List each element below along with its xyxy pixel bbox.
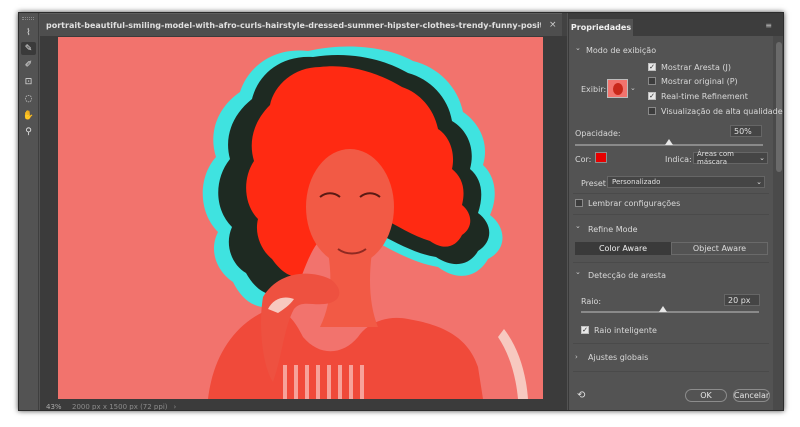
realtime-refinement-label: Real-time Refinement (661, 92, 748, 101)
color-aware-button[interactable]: Color Aware (575, 242, 671, 255)
color-label: Cor: (575, 155, 592, 164)
tab-properties[interactable]: Propriedades (569, 19, 633, 36)
edge-detection-chevron-icon[interactable]: ⌄ (575, 268, 581, 276)
divider (573, 262, 769, 263)
refine-edge-brush-icon[interactable]: ✎ (21, 42, 36, 55)
object-selection-tool-icon[interactable]: ⊡ (21, 75, 36, 88)
close-icon[interactable]: × (549, 20, 557, 30)
reset-icon[interactable]: ⟲ (577, 390, 585, 401)
brush-tool-icon[interactable]: ✐ (21, 58, 36, 71)
preset-label: Preset (581, 179, 606, 188)
overlay-color-swatch[interactable] (595, 152, 607, 163)
hand-tool-icon[interactable]: ✋ (21, 109, 36, 122)
preset-select[interactable]: Personalizado ⌄ (607, 176, 765, 188)
remember-settings-checkbox[interactable] (575, 199, 583, 207)
high-quality-label: Visualização de alta qualidade (661, 107, 783, 116)
show-edge-label: Mostrar Aresta (J) (661, 63, 731, 72)
divider (573, 343, 769, 344)
zoom-tool-icon[interactable]: ⚲ (21, 125, 36, 138)
view-thumbnail[interactable] (607, 79, 628, 98)
edge-detection-label: Detecção de aresta (588, 271, 666, 280)
opacity-slider-thumb[interactable] (665, 139, 673, 145)
quick-selection-tool-icon[interactable]: ⌇ (21, 26, 36, 39)
toolbar-grip[interactable] (22, 17, 34, 20)
refine-mode-chevron-icon[interactable]: ⌄ (575, 222, 581, 230)
document-tab-bar: portrait-beautiful-smiling-model-with-af… (40, 13, 567, 36)
global-adjustments-label: Ajustes globais (588, 353, 649, 362)
document-status-bar: 43% 2000 px x 1500 px (72 ppi) › (40, 402, 567, 411)
smart-radius-checkbox[interactable]: ✓ (581, 326, 589, 334)
ok-button[interactable]: OK (685, 389, 727, 402)
radius-slider-thumb[interactable] (658, 306, 667, 312)
divider (573, 214, 769, 215)
zoom-level[interactable]: 43% (46, 403, 72, 410)
indicates-label: Indica: (665, 155, 692, 164)
document-dimensions: 2000 px x 1500 px (72 ppi) (72, 403, 168, 411)
show-original-checkbox[interactable] (648, 77, 656, 85)
panel-scrollbar[interactable] (773, 36, 783, 410)
divider (573, 193, 769, 194)
realtime-refinement-checkbox[interactable]: ✓ (648, 92, 656, 100)
show-original-label: Mostrar original (P) (661, 77, 738, 86)
cancel-button[interactable]: Cancelar (733, 389, 770, 402)
image-canvas[interactable] (58, 37, 543, 399)
radius-field[interactable]: 20 px (724, 294, 760, 306)
show-edge-checkbox[interactable]: ✓ (648, 63, 656, 71)
object-aware-button[interactable]: Object Aware (671, 242, 768, 255)
indicates-select-value: Áreas com máscara (697, 150, 734, 166)
view-dropdown-chevron-icon[interactable]: ⌄ (630, 84, 636, 92)
high-quality-checkbox[interactable] (648, 107, 656, 115)
view-mode-label: Modo de exibição (586, 46, 657, 55)
indicates-chevron-icon: ⌄ (759, 154, 765, 162)
document-area: portrait-beautiful-smiling-model-with-af… (40, 13, 567, 411)
tools-bar: ⌇ ✎ ✐ ⊡ ◌ ✋ ⚲ (19, 13, 39, 410)
divider (573, 371, 769, 372)
lasso-tool-icon[interactable]: ◌ (21, 92, 36, 105)
preset-chevron-icon: ⌄ (756, 178, 762, 186)
photoshop-select-and-mask-window: ⌇ ✎ ✐ ⊡ ◌ ✋ ⚲ portrait-beautiful-smiling… (18, 12, 784, 411)
collapse-chevron-icon[interactable]: ⌄ (575, 44, 581, 52)
preset-select-value: Personalizado (612, 178, 661, 186)
view-label: Exibir: (581, 85, 607, 94)
status-arrow-icon[interactable]: › (174, 403, 177, 410)
panel-menu-icon[interactable]: ≡ (765, 21, 772, 30)
radius-slider-track[interactable] (581, 311, 759, 313)
properties-panel: Propriedades ≡ ⌄ Modo de exibição Exibir… (568, 13, 783, 410)
smart-radius-label: Raio inteligente (594, 326, 657, 335)
masked-portrait-image (58, 37, 543, 399)
document-tab[interactable]: portrait-beautiful-smiling-model-with-af… (40, 13, 562, 36)
opacity-field[interactable]: 50% (730, 125, 762, 137)
opacity-label: Opacidade: (575, 129, 621, 138)
document-title: portrait-beautiful-smiling-model-with-af… (46, 20, 541, 30)
radius-label: Raio: (581, 297, 602, 306)
refine-mode-label: Refine Mode (588, 225, 638, 234)
panel-header: Propriedades ≡ (569, 13, 783, 36)
remember-settings-label: Lembrar configurações (588, 199, 681, 208)
global-adjustments-chevron-icon[interactable]: › (575, 353, 578, 361)
indicates-select[interactable]: Áreas com máscara ⌄ (693, 150, 768, 166)
